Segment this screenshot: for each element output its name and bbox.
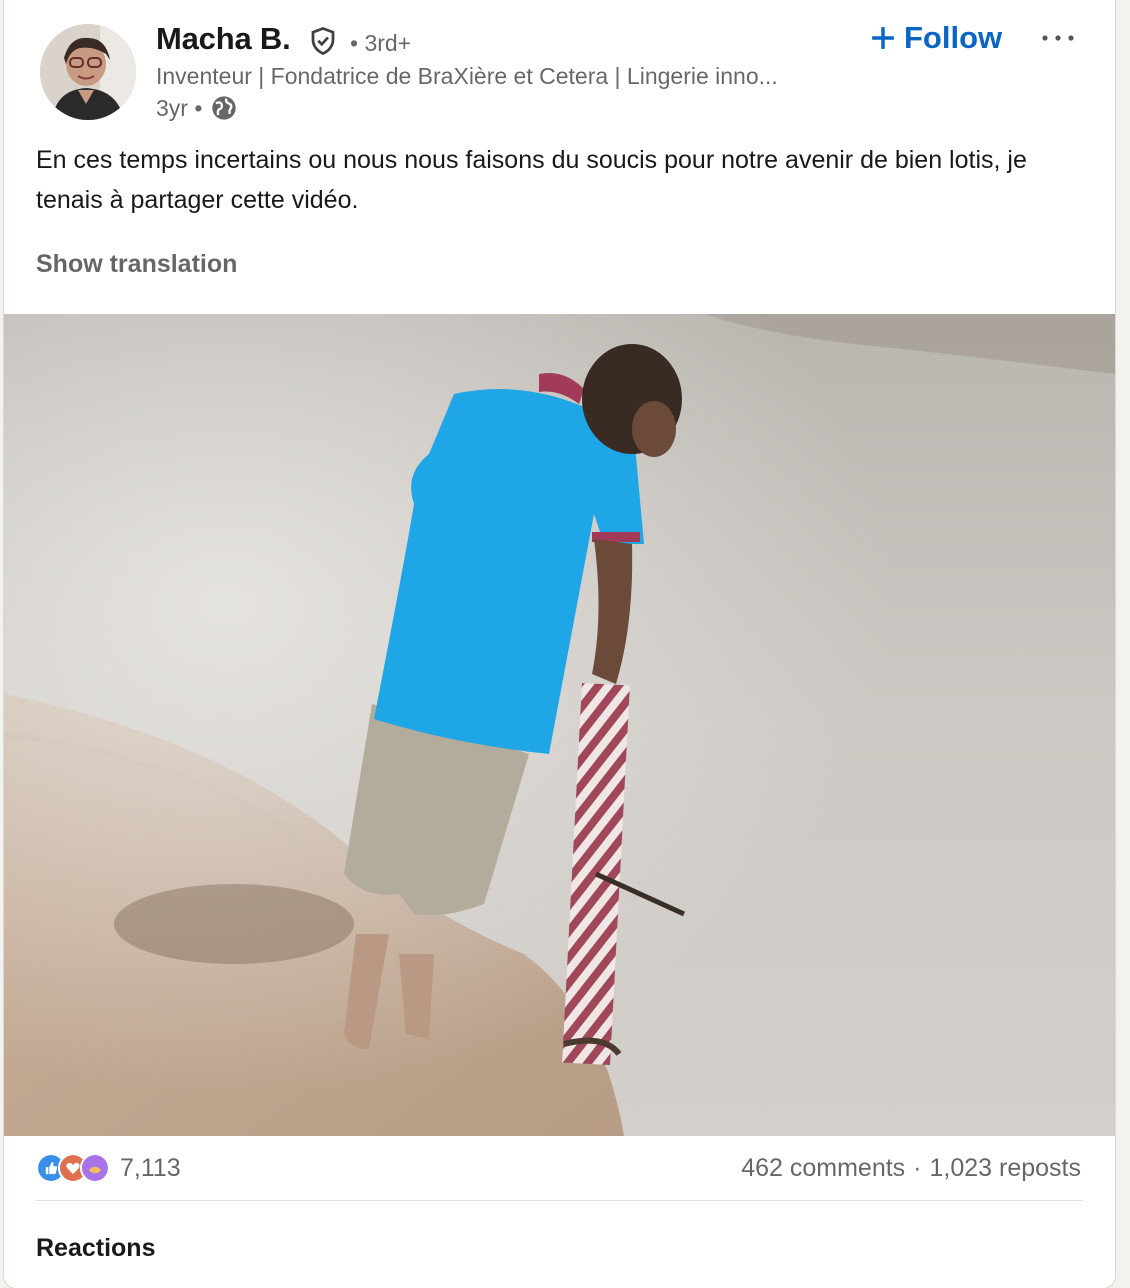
video-frame bbox=[4, 314, 1115, 1136]
verified-shield-icon bbox=[311, 27, 335, 56]
author-name[interactable]: Macha B. bbox=[156, 21, 291, 57]
follow-button[interactable]: Follow bbox=[862, 14, 1010, 62]
author-headline: Inventeur | Fondatrice de BraXière et Ce… bbox=[156, 63, 778, 89]
avatar-photo bbox=[40, 24, 136, 120]
show-translation-button[interactable]: Show translation bbox=[36, 250, 237, 279]
social-counts: 462 comments · 1,023 reposts bbox=[741, 1148, 1081, 1188]
post-video[interactable] bbox=[4, 314, 1115, 1136]
reactions-summary[interactable]: 7,113 bbox=[36, 1148, 181, 1188]
more-options-button[interactable] bbox=[1034, 18, 1082, 58]
post-card: Macha B. • 3rd+ Inventeur | Fondatrice d… bbox=[4, 0, 1115, 1288]
globe-icon bbox=[212, 96, 237, 120]
reactions-count: 7,113 bbox=[120, 1153, 181, 1182]
ellipsis-icon bbox=[1042, 35, 1074, 41]
counts-separator: · bbox=[913, 1153, 922, 1182]
reactions-section-heading: Reactions bbox=[36, 1234, 156, 1262]
follow-label: Follow bbox=[904, 20, 1003, 55]
post-meta: 3yr • bbox=[156, 94, 238, 122]
author-avatar[interactable] bbox=[40, 24, 136, 120]
reaction-icons bbox=[36, 1153, 116, 1183]
connection-degree: • 3rd+ bbox=[350, 30, 412, 56]
reposts-count-link[interactable]: 1,023 reposts bbox=[930, 1154, 1082, 1183]
insightful-reaction-icon bbox=[80, 1153, 110, 1183]
post-time: 3yr • bbox=[156, 94, 203, 121]
plus-icon bbox=[872, 27, 894, 49]
comments-count-link[interactable]: 462 comments bbox=[741, 1154, 905, 1183]
divider bbox=[36, 1200, 1083, 1201]
post-body-text: En ces temps incertains ou nous nous fai… bbox=[36, 146, 1027, 214]
